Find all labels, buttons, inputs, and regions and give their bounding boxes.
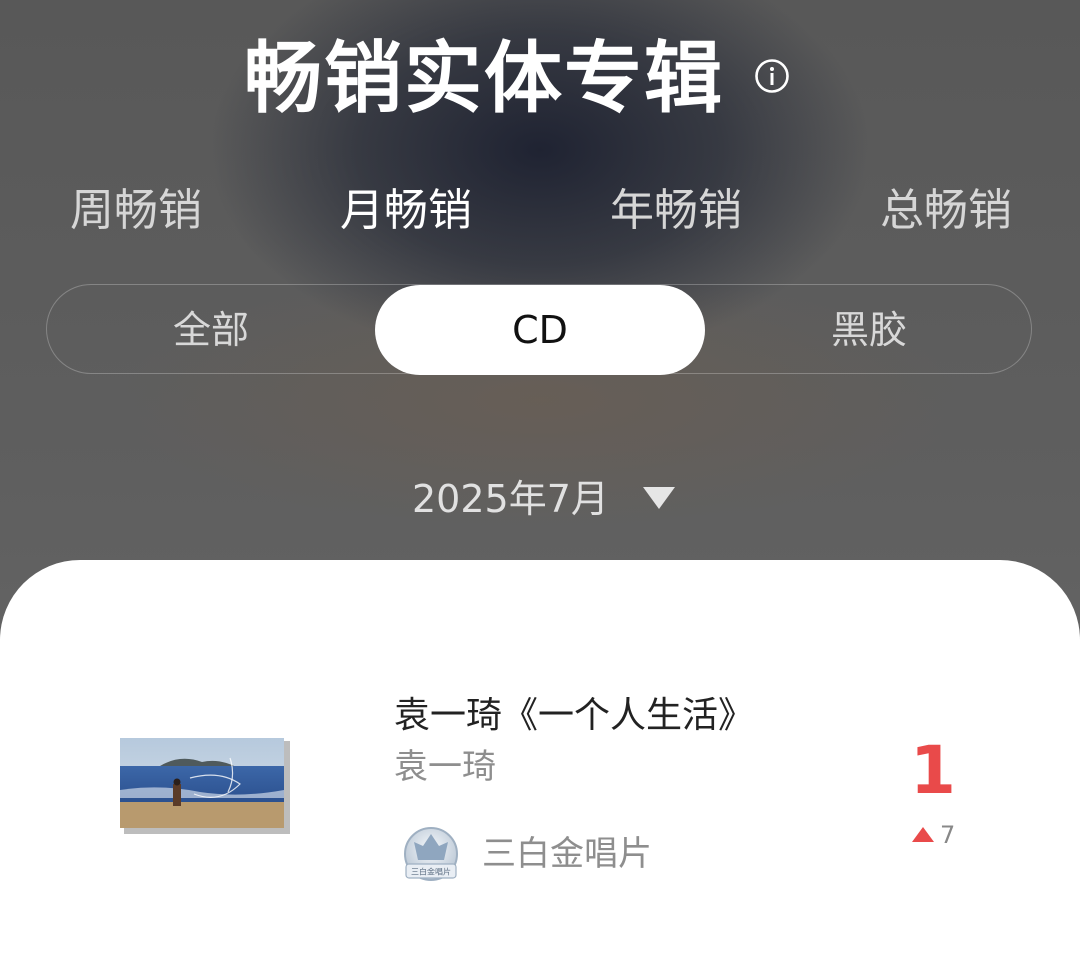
page-title: 畅销实体专辑: [244, 34, 725, 124]
segment-vinyl[interactable]: 黑胶: [705, 285, 1033, 375]
certification-label: 三白金唱片: [482, 834, 652, 874]
info-icon[interactable]: [754, 58, 790, 94]
up-triangle-icon: [912, 827, 934, 842]
rank-change-value: 7: [940, 821, 956, 849]
triple-platinum-badge-icon: 三白金唱片: [404, 827, 458, 881]
date-picker[interactable]: 2025年7月: [412, 474, 675, 524]
album-artist[interactable]: 袁一琦: [394, 746, 496, 788]
format-segmented-control: 全部 CD 黑胶: [46, 284, 1033, 375]
tab-yearly[interactable]: 年畅销: [610, 184, 742, 238]
segment-cd[interactable]: CD: [375, 285, 705, 375]
segment-all[interactable]: 全部: [47, 285, 375, 375]
album-cover: [120, 738, 290, 834]
caret-down-icon: [642, 487, 675, 509]
date-label: 2025年7月: [412, 477, 609, 521]
rank-change: 7: [912, 822, 955, 848]
chart-list-card: 袁一琦《一个人生活》 袁一琦 三白金唱片 三白金唱片 1 7: [0, 560, 1080, 964]
badge-text: 三白金唱片: [411, 867, 451, 877]
tab-monthly[interactable]: 月畅销: [340, 184, 472, 238]
rank-number: 1: [910, 732, 956, 809]
album-title[interactable]: 袁一琦《一个人生活》: [394, 694, 754, 738]
tab-weekly[interactable]: 周畅销: [70, 184, 202, 238]
tab-all-time[interactable]: 总畅销: [880, 184, 1012, 238]
